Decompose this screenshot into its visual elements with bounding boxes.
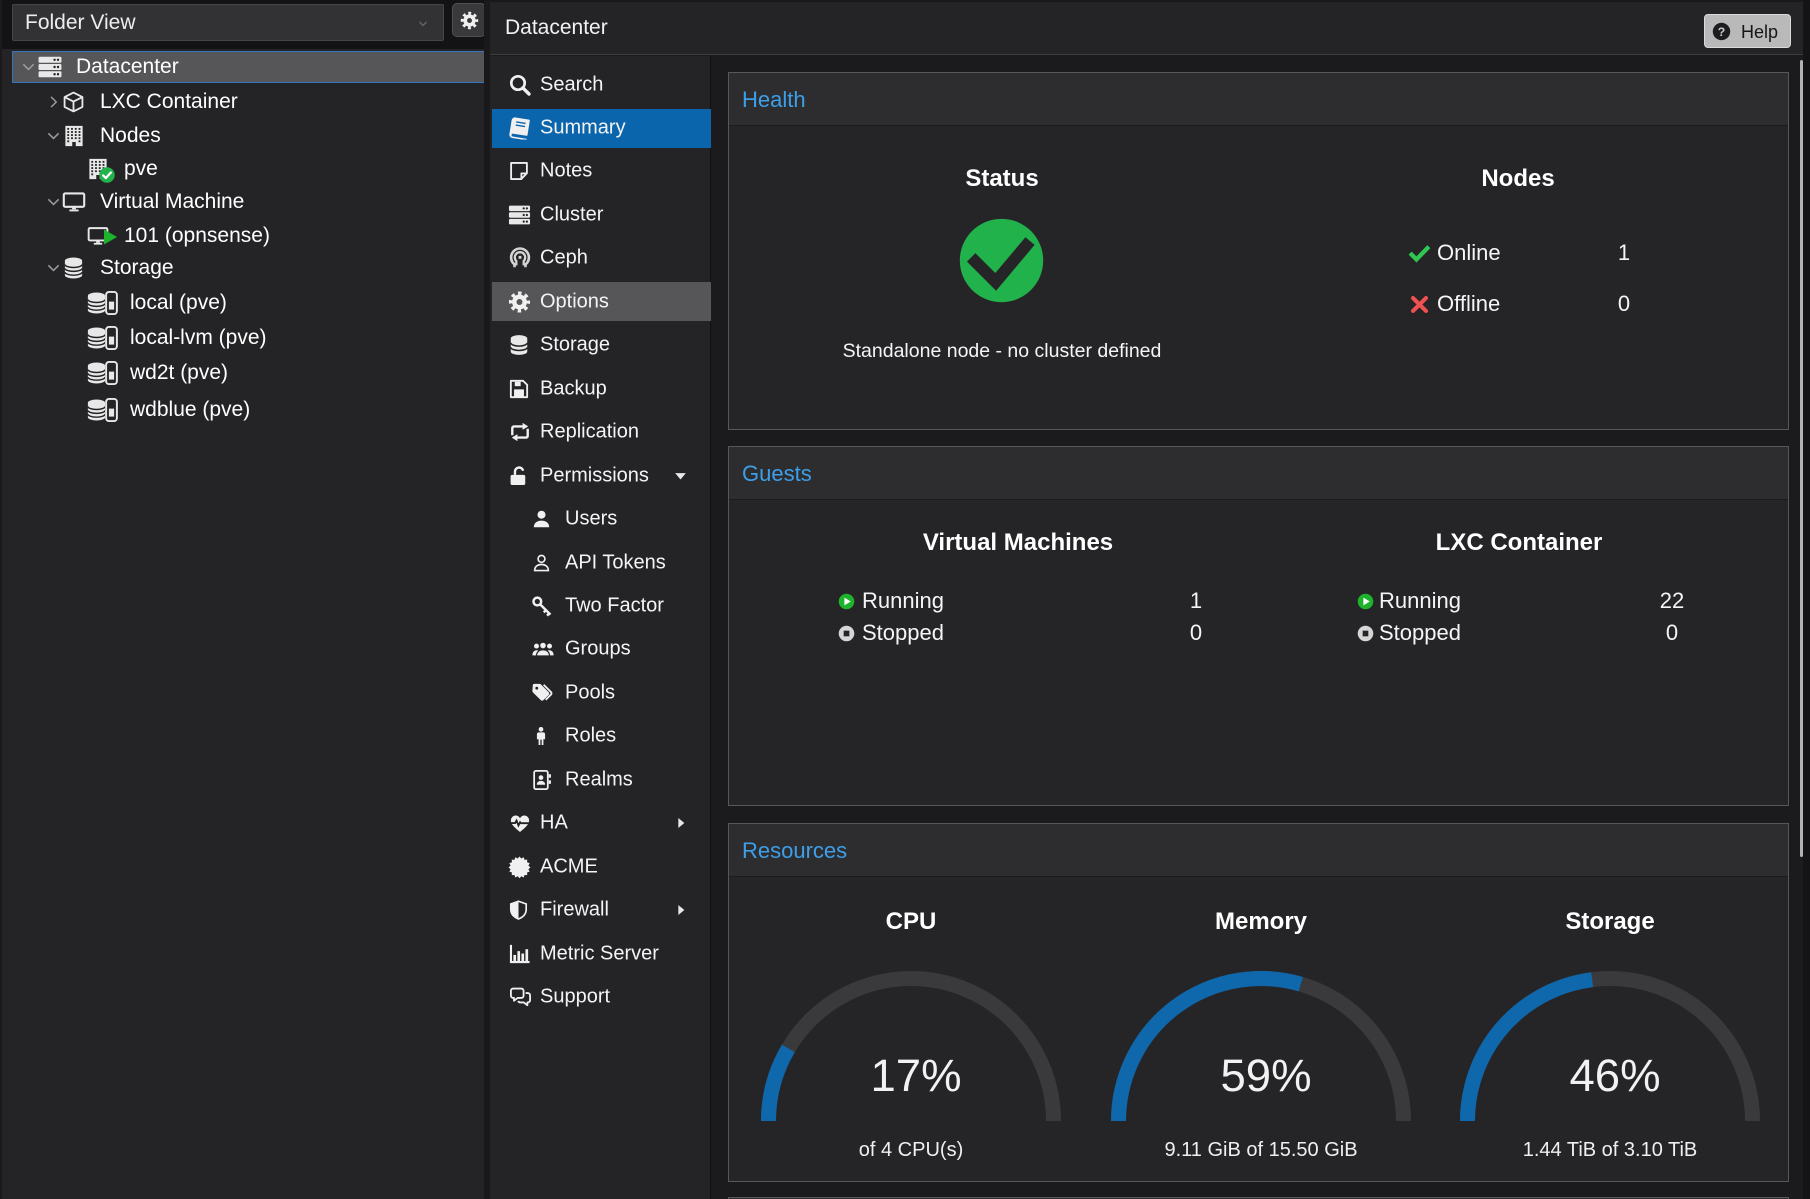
svg-text:?: ? — [1718, 25, 1726, 39]
